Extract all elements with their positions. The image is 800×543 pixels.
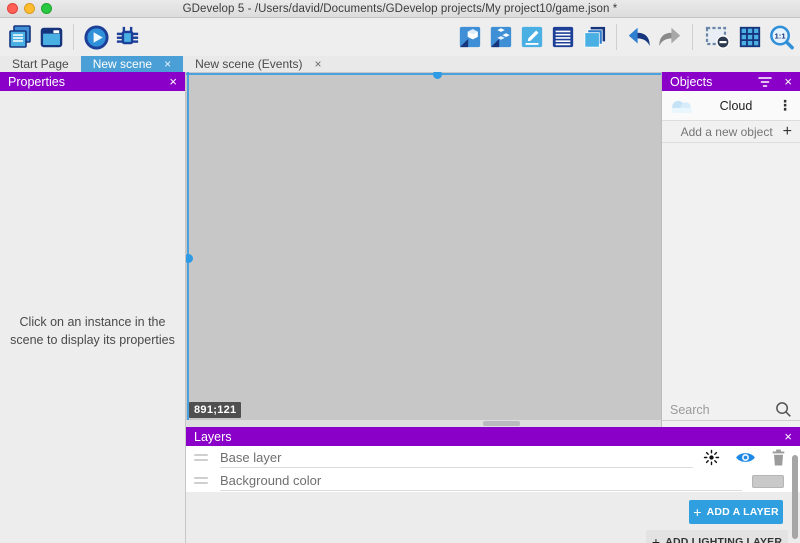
panel-title: Layers (194, 430, 232, 444)
undo-arrow-icon (626, 24, 652, 50)
tab-start-page[interactable]: Start Page (0, 56, 81, 72)
visibility-eye-icon[interactable] (735, 450, 756, 465)
selection-edge-left (187, 72, 189, 427)
layer-name-field[interactable]: Background color (220, 470, 742, 491)
layer-list: Base layer (186, 446, 800, 492)
close-icon[interactable]: × (169, 75, 177, 88)
play-icon (83, 24, 110, 51)
objects-search-input[interactable] (670, 403, 769, 417)
close-icon[interactable]: × (784, 430, 792, 443)
objects-search-row (662, 399, 800, 421)
open-instances-list-button[interactable] (549, 22, 577, 52)
add-layer-label: ADD A LAYER (707, 506, 779, 518)
object-name: Cloud (696, 99, 776, 113)
toolbar-right-group: 1:1 (456, 22, 800, 52)
plus-icon: + (693, 504, 701, 520)
properties-panel: Properties × Click on an instance in the… (0, 72, 186, 543)
open-objects-editor-button[interactable] (456, 22, 484, 52)
trash-icon[interactable] (771, 449, 786, 466)
scene-canvas[interactable]: 891;121 (186, 72, 661, 427)
layer-row-base[interactable]: Base layer (186, 446, 800, 469)
play-button[interactable] (82, 22, 110, 52)
titlebar: GDevelop 5 - /Users/david/Documents/GDev… (0, 0, 800, 18)
selection-edge-top (186, 73, 661, 75)
toggle-mask-button[interactable] (701, 22, 733, 52)
tab-close-icon[interactable]: × (314, 57, 321, 71)
tab-new-scene-events[interactable]: New scene (Events) × (183, 56, 333, 72)
toggle-grid-button[interactable] (736, 22, 764, 52)
tab-new-scene[interactable]: New scene × (81, 56, 183, 72)
zoom-1-1-icon: 1:1 (768, 24, 795, 51)
svg-text:1:1: 1:1 (774, 31, 786, 40)
tab-close-icon[interactable]: × (164, 57, 171, 71)
add-object-row[interactable]: Add a new object + (662, 121, 800, 143)
background-color-swatch[interactable] (752, 475, 784, 488)
undo-button[interactable] (625, 22, 653, 52)
tab-label: Start Page (12, 57, 69, 71)
open-layers-editor-button[interactable] (580, 22, 608, 52)
mask-remove-icon (703, 23, 731, 51)
add-lighting-layer-button[interactable]: + ADD LIGHTING LAYER (646, 530, 788, 543)
add-lighting-layer-label: ADD LIGHTING LAYER (665, 536, 782, 543)
close-icon[interactable]: × (784, 75, 792, 88)
object-groups-icon (489, 25, 513, 49)
scrollbar-thumb[interactable] (483, 421, 520, 426)
toolbar-left-group (0, 22, 141, 52)
add-layer-button[interactable]: + ADD A LAYER (689, 500, 783, 524)
selection-handle-top[interactable] (433, 72, 442, 79)
object-menu-kebab-icon[interactable]: ⋮ (776, 97, 794, 114)
start-page-icon (39, 25, 64, 50)
search-icon (775, 401, 792, 418)
panel-title: Properties (8, 75, 65, 89)
layers-vertical-scrollbar[interactable] (792, 455, 798, 539)
zoom-original-button[interactable]: 1:1 (767, 22, 795, 52)
filter-icon[interactable] (758, 76, 772, 88)
plus-icon: + (783, 124, 792, 140)
debug-bug-icon (114, 24, 141, 51)
objects-editor-icon (458, 25, 482, 49)
cursor-coordinates-badge: 891;121 (189, 402, 241, 418)
grid-icon (738, 25, 762, 49)
toolbar: 1:1 (0, 18, 800, 56)
drag-handle-icon[interactable] (194, 454, 208, 461)
instances-list-icon (551, 25, 575, 49)
effects-icon[interactable] (703, 449, 720, 466)
drag-handle-icon[interactable] (194, 477, 208, 484)
objects-panel-header: Objects × (662, 72, 800, 91)
selection-handle-left[interactable] (186, 254, 193, 263)
window-title: GDevelop 5 - /Users/david/Documents/GDev… (0, 3, 800, 15)
layers-panel-header: Layers × (186, 427, 800, 446)
main-area: Properties × Click on an instance in the… (0, 72, 800, 543)
toolbar-separator (73, 24, 74, 50)
tab-label: New scene (93, 57, 152, 71)
tab-strip: Start Page New scene × New scene (Events… (0, 56, 800, 72)
project-manager-button[interactable] (6, 22, 34, 52)
layer-name-field[interactable]: Base layer (220, 447, 693, 468)
panel-title: Objects (670, 75, 712, 89)
objects-panel: Objects × Cloud ⋮ Add a new object (661, 72, 800, 427)
add-object-label: Add a new object (670, 125, 773, 139)
project-manager-icon (7, 24, 33, 50)
layers-panel: Layers × Base layer (186, 427, 800, 543)
toolbar-separator (692, 24, 693, 50)
layers-editor-icon (582, 25, 607, 50)
open-object-groups-button[interactable] (487, 22, 515, 52)
cloud-icon (668, 97, 696, 115)
start-page-button[interactable] (37, 22, 65, 52)
redo-button[interactable] (656, 22, 684, 52)
canvas-horizontal-scrollbar[interactable] (186, 420, 661, 427)
layer-row-actions (703, 449, 786, 466)
properties-panel-header: Properties × (0, 72, 185, 91)
toolbar-separator (616, 24, 617, 50)
tab-label: New scene (Events) (195, 57, 302, 71)
debug-button[interactable] (113, 22, 141, 52)
layer-row-background-color[interactable]: Background color (186, 469, 800, 492)
properties-pencil-icon (520, 25, 544, 49)
redo-arrow-icon (657, 24, 683, 50)
plus-icon: + (652, 534, 660, 543)
object-list-item-cloud[interactable]: Cloud ⋮ (662, 91, 800, 121)
properties-empty-message: Click on an instance in the scene to dis… (10, 313, 175, 349)
open-properties-button[interactable] (518, 22, 546, 52)
